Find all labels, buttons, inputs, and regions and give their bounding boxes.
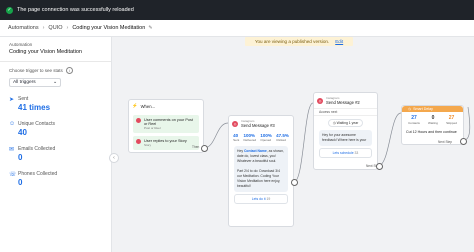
breadcrumb-separator: › bbox=[42, 25, 45, 31]
trigger-select[interactable]: All triggers ⌄ bbox=[9, 78, 61, 87]
instagram-icon bbox=[136, 118, 141, 123]
connector-line bbox=[463, 106, 471, 141]
connector-handle[interactable] bbox=[291, 179, 298, 186]
button-label: Lets schedule bbox=[332, 151, 354, 155]
smart-delay-node[interactable]: ◷ Smart Delay 27 Contacts 0 Waiting 27 Skip… bbox=[401, 105, 464, 145]
automation-name: Coding your Vision Meditation bbox=[9, 49, 82, 55]
stat-emails-collected: ✉ Emails Collected 0 bbox=[9, 146, 102, 162]
pencil-icon[interactable]: ✎ bbox=[148, 25, 152, 31]
trigger-item[interactable]: User replies to your Story Story bbox=[133, 136, 199, 150]
connector-handle[interactable] bbox=[201, 145, 208, 152]
waiting-chip: ◷ Waiting 1 year bbox=[327, 119, 364, 127]
trigger-sub: Post or Reel bbox=[144, 126, 161, 130]
instagram-icon bbox=[136, 139, 141, 144]
trigger-title: User comments on your Post or Reel bbox=[144, 118, 193, 126]
send-message-node-2[interactable]: ◎ Instagram Send Message #2 Access next … bbox=[313, 92, 378, 170]
send-icon: ➤ bbox=[9, 97, 15, 103]
message-stats: 40 Sent 100% Delivered 100% Opened 47.5% Cli… bbox=[229, 131, 293, 144]
stat-label: Phones Collected bbox=[18, 171, 58, 177]
stat-waiting: 0 Waiting bbox=[428, 115, 438, 125]
next-step-label: Next Step bbox=[438, 140, 452, 144]
chevron-down-icon: ⌄ bbox=[52, 80, 57, 85]
stat-label: Unique Contacts bbox=[18, 121, 55, 127]
trigger-footer: Then bbox=[192, 145, 200, 149]
stat-delivered: 100% Delivered bbox=[243, 133, 256, 142]
trigger-node-title: When... bbox=[140, 103, 156, 109]
smart-delay-step: Cut 12 Hours and then continue bbox=[406, 130, 457, 134]
choose-trigger-label: Choose trigger to see stats i bbox=[9, 67, 102, 74]
stat-label: Sent bbox=[18, 96, 29, 102]
trigger-item[interactable]: User comments on your Post or Reel Post … bbox=[133, 115, 199, 133]
instagram-icon: ◎ bbox=[232, 120, 238, 127]
email-icon: ✉ bbox=[9, 147, 15, 153]
stat-label: Contacts bbox=[408, 121, 420, 125]
connection-toast: ✓ The page connection was successfully r… bbox=[0, 0, 474, 20]
stat-sent: ➤ Sent 41 times bbox=[9, 96, 102, 112]
stat-value: 41 times bbox=[18, 103, 51, 112]
breadcrumb: Automations › QUIO › Coding your Vision … bbox=[0, 20, 474, 37]
node-title: Send Message #3 bbox=[241, 123, 275, 128]
message-bubble: Hey Contact Name, as shown, date do, lov… bbox=[234, 146, 288, 192]
breadcrumb-current: Coding your Vision Meditation bbox=[72, 25, 146, 31]
automation-label: Automation bbox=[9, 42, 33, 47]
node-title: Send Message #2 bbox=[326, 100, 360, 105]
stat-label: Skipped bbox=[446, 121, 457, 125]
choose-trigger-text: Choose trigger to see stats bbox=[9, 68, 63, 73]
button-label: Lets do it bbox=[251, 197, 266, 201]
breadcrumb-separator: › bbox=[66, 25, 69, 31]
stat-phones-collected: ☏ Phones Collected 0 bbox=[9, 171, 102, 187]
trigger-sub: Story bbox=[144, 143, 152, 147]
connector-line bbox=[377, 112, 402, 167]
message-button[interactable]: Lets do it 19 bbox=[234, 194, 288, 204]
instagram-icon: ◎ bbox=[317, 97, 323, 104]
message-button[interactable]: Lets schedule 33 bbox=[319, 148, 372, 158]
node-subitem: Access next bbox=[314, 108, 377, 116]
stat-clicked: 47.5% Clicked bbox=[276, 133, 289, 142]
trigger-select-value: All triggers bbox=[13, 80, 36, 85]
divider bbox=[0, 61, 111, 62]
button-count: 33 bbox=[354, 151, 359, 155]
breadcrumb-automations[interactable]: Automations bbox=[8, 25, 39, 31]
connector-line bbox=[293, 102, 314, 183]
toast-message: The page connection was successfully rel… bbox=[17, 7, 134, 13]
connector-handle[interactable] bbox=[376, 163, 383, 170]
flow-canvas[interactable]: You are viewing a published version. Edi… bbox=[109, 37, 474, 252]
message-text: Hey bbox=[237, 149, 244, 153]
stat-label: Opened bbox=[260, 138, 272, 142]
message-text: Part 2/4 to do: Download 3/4 our Meditat… bbox=[237, 169, 281, 188]
stat-label: Sent bbox=[233, 138, 240, 142]
info-icon[interactable]: i bbox=[65, 67, 73, 74]
message-node-header: ◎ Instagram Send Message #2 bbox=[314, 93, 377, 108]
stat-label: Clicked bbox=[276, 138, 286, 142]
stat-skipped: 27 Skipped bbox=[446, 115, 457, 125]
connector-line bbox=[203, 122, 229, 149]
phone-icon: ☏ bbox=[9, 172, 17, 178]
lightning-icon: ⚡ bbox=[132, 103, 138, 108]
button-count: 19 bbox=[266, 197, 271, 201]
clock-icon: ◷ bbox=[408, 107, 412, 111]
stat-label: Emails Collected bbox=[18, 146, 56, 152]
stat-value: 40 bbox=[18, 128, 27, 137]
stat-unique-contacts: ☺ Unique Contacts 40 bbox=[9, 121, 102, 137]
connector-handle[interactable] bbox=[460, 138, 467, 145]
contact-name-tag: Contact Name bbox=[243, 149, 267, 153]
contacts-icon: ☺ bbox=[9, 121, 16, 127]
stat-opened: 100% Opened bbox=[260, 133, 272, 142]
check-icon: ✓ bbox=[6, 6, 13, 14]
waiting-text: Waiting 1 year bbox=[336, 121, 359, 125]
stat-value: 0 bbox=[18, 153, 23, 162]
send-message-node-1[interactable]: ◎ Instagram Send Message #3 40 Sent 100% D… bbox=[228, 115, 294, 227]
stat-label: Delivered bbox=[243, 138, 257, 142]
message-bubble: Hey for your awesome feedback! Where her… bbox=[319, 130, 372, 146]
node-title: Smart Delay bbox=[413, 107, 433, 111]
stat-label: Waiting bbox=[428, 121, 438, 125]
stats-sidebar: Automation Coding your Vision Meditation… bbox=[0, 37, 112, 252]
message-node-header: ◎ Instagram Send Message #3 bbox=[229, 116, 293, 131]
smart-delay-stats: 27 Contacts 0 Waiting 27 Skipped bbox=[402, 112, 463, 128]
stat-sent: 40 Sent bbox=[233, 133, 239, 142]
stat-contacts: 27 Contacts bbox=[408, 115, 420, 125]
stat-value: 0 bbox=[18, 178, 23, 187]
trigger-node-header: ⚡ When... bbox=[129, 100, 203, 112]
breadcrumb-folder[interactable]: QUIO bbox=[48, 25, 62, 31]
